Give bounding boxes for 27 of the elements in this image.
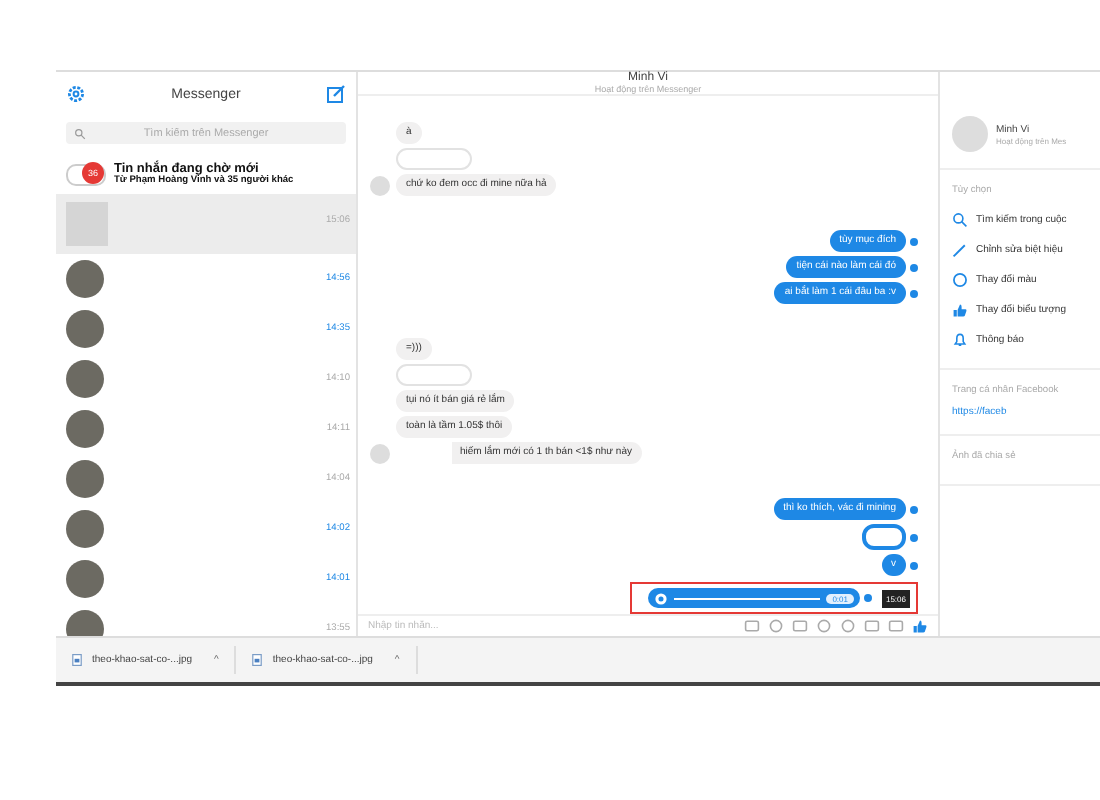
search-icon bbox=[74, 127, 86, 139]
read-receipt-icon bbox=[910, 263, 918, 271]
read-receipt-icon bbox=[910, 561, 918, 569]
read-receipt-icon bbox=[910, 289, 918, 297]
avatar bbox=[66, 410, 104, 448]
like-icon[interactable] bbox=[912, 618, 928, 634]
avatar bbox=[66, 560, 104, 598]
image-file-icon bbox=[72, 654, 82, 666]
read-receipt-icon bbox=[910, 505, 918, 513]
play-icon[interactable] bbox=[653, 591, 668, 605]
avatar bbox=[66, 360, 104, 398]
read-receipt-icon bbox=[863, 594, 872, 602]
image-file-icon bbox=[252, 654, 263, 666]
avatar bbox=[66, 510, 104, 548]
avatar bbox=[370, 176, 390, 196]
avatar bbox=[66, 460, 104, 498]
avatar bbox=[66, 260, 104, 298]
avatar bbox=[952, 116, 988, 152]
read-receipt-icon bbox=[910, 533, 918, 541]
bell-icon bbox=[952, 331, 968, 347]
compose-icon[interactable] bbox=[325, 84, 346, 104]
settings-icon[interactable] bbox=[66, 84, 86, 104]
search-icon bbox=[952, 211, 968, 227]
avatar bbox=[66, 310, 104, 348]
avatar bbox=[370, 444, 390, 464]
thumbs-up-icon bbox=[952, 301, 968, 317]
read-receipt-icon bbox=[910, 237, 918, 245]
